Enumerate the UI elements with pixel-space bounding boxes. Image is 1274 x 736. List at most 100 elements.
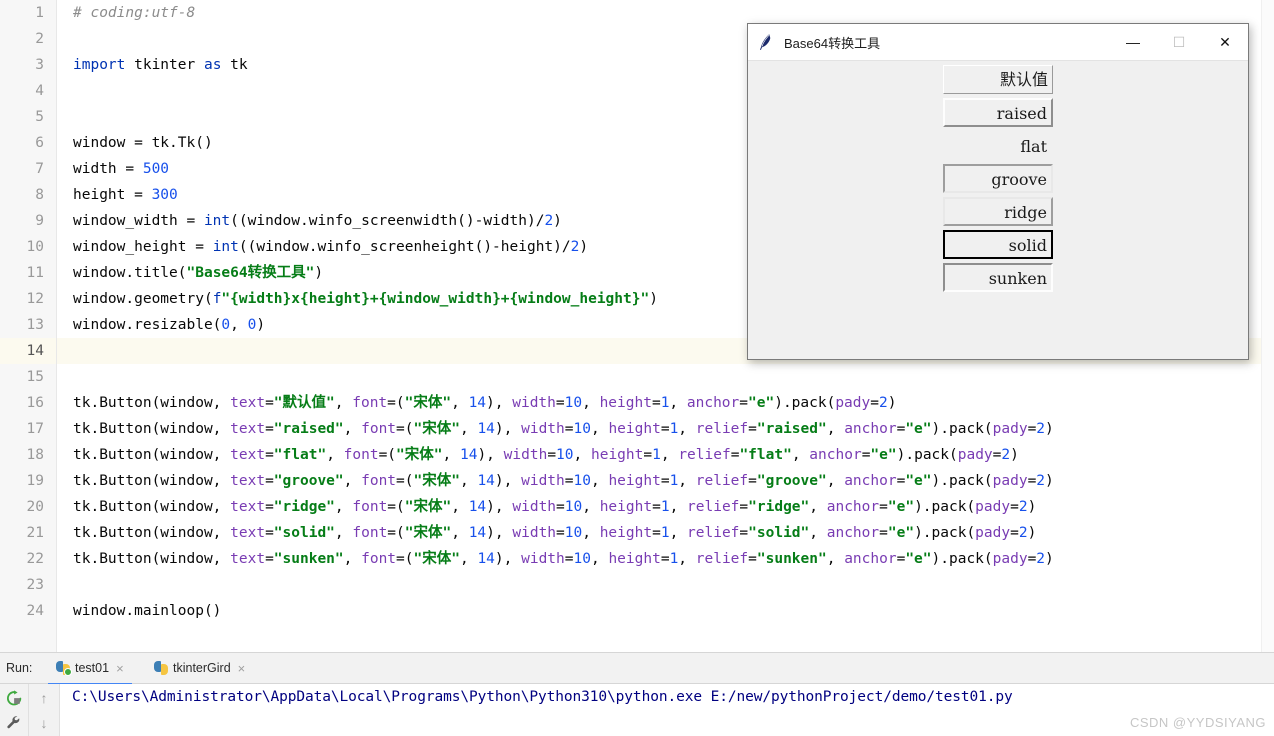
line-number-11: 11 (0, 260, 56, 286)
tk-button-raised[interactable]: raised (943, 98, 1053, 127)
line-number-9: 9 (0, 208, 56, 234)
line-number-label: 16 (26, 395, 44, 411)
rerun-icon[interactable] (2, 686, 26, 710)
run-panel: Run: test01 × tkinterGird × ↑ ↓ C:\Users\Ad… (0, 652, 1274, 736)
scroll-down-icon[interactable]: ↓ (32, 711, 56, 735)
code-token: "宋体" (404, 499, 452, 515)
tab-close-icon[interactable]: × (238, 662, 246, 675)
tk-button-groove[interactable]: groove (943, 164, 1053, 193)
code-line-22[interactable]: tk.Button(window, text="sunken", font=("… (57, 546, 1274, 572)
code-line-16[interactable]: tk.Button(window, text="默认值", font=("宋体"… (57, 390, 1274, 416)
tk-window-titlebar[interactable]: Base64转换工具 — ☐ ✕ (748, 24, 1248, 60)
tk-button-ridge[interactable]: ridge (943, 197, 1053, 226)
tk-button-default[interactable]: 默认值 (943, 65, 1053, 94)
code-token: tk (221, 57, 248, 73)
code-token: = (660, 473, 670, 489)
code-line-21[interactable]: tk.Button(window, text="solid", font=("宋… (57, 520, 1274, 546)
code-token: int (203, 213, 231, 229)
code-token: , (582, 499, 600, 515)
close-icon[interactable]: ✕ (1202, 24, 1248, 60)
line-number-1: 1 (0, 0, 56, 26)
run-tab-tkinterGird[interactable]: tkinterGird × (146, 653, 253, 683)
code-token: 0 (221, 317, 231, 333)
code-token: = (265, 499, 274, 515)
code-token: , (451, 525, 469, 541)
minimize-icon[interactable]: — (1110, 24, 1156, 60)
code-token: ), (486, 395, 513, 411)
code-token: 2 (544, 213, 554, 229)
code-token: anchor (826, 525, 880, 541)
code-token: ), (486, 525, 513, 541)
code-token: anchor (809, 447, 862, 463)
code-token: = (1027, 473, 1037, 489)
code-token: window = tk.Tk() (73, 135, 213, 151)
tab-close-icon[interactable]: × (116, 662, 124, 675)
code-token: 10 (564, 499, 583, 515)
code-token: font (343, 447, 379, 463)
code-token: anchor (844, 551, 897, 567)
code-token: window.mainloop() (73, 603, 222, 619)
code-line-20[interactable]: tk.Button(window, text="ridge", font=("宋… (57, 494, 1274, 520)
code-line-19[interactable]: tk.Button(window, text="groove", font=("… (57, 468, 1274, 494)
console-output[interactable]: C:\Users\Administrator\AppData\Local\Pro… (60, 684, 1274, 736)
code-token: 14 (477, 473, 495, 489)
code-token: , (582, 525, 600, 541)
tk-button-sunken[interactable]: sunken (943, 263, 1053, 292)
code-token: 1 (660, 525, 670, 541)
code-token: , (442, 447, 460, 463)
code-token: 2 (1036, 551, 1046, 567)
code-token: , (334, 499, 353, 515)
code-token: "flat" (273, 447, 327, 463)
code-token: 2 (878, 395, 888, 411)
code-token: anchor (826, 499, 880, 515)
watermark-text: CSDN @YYDSIYANG (1129, 715, 1266, 730)
code-token: text (230, 421, 266, 437)
code-token: , (826, 551, 845, 567)
code-token: , (582, 395, 600, 411)
code-token: , (573, 447, 591, 463)
tk-button-solid[interactable]: solid (943, 230, 1053, 259)
code-token: tk.Button(window, (73, 473, 231, 489)
code-token: = (265, 395, 274, 411)
code-line-18[interactable]: tk.Button(window, text="flat", font=("宋体… (57, 442, 1274, 468)
code-token: ((window.winfo_screenheight()-height)/ (238, 239, 571, 255)
line-number-15: 15 (0, 364, 56, 390)
code-line-15[interactable] (57, 364, 1274, 390)
scroll-up-icon[interactable]: ↑ (32, 686, 56, 710)
code-token: , (459, 473, 478, 489)
code-line-text: tk.Button(window, text="groove", font=("… (57, 468, 1274, 494)
code-token: , (590, 551, 609, 567)
code-token: {height} (300, 291, 370, 307)
code-line-23[interactable] (57, 572, 1274, 598)
code-line-text: window.mainloop() (57, 598, 1274, 624)
code-token: ) (553, 213, 562, 229)
line-number-label: 12 (26, 291, 44, 307)
code-token: = (748, 421, 757, 437)
code-token: pady (957, 447, 993, 463)
wrench-icon[interactable] (2, 711, 26, 735)
tk-button-flat[interactable]: flat (943, 131, 1053, 160)
code-token: font (361, 551, 397, 567)
code-line-24[interactable]: window.mainloop() (57, 598, 1274, 624)
line-number-label: 15 (26, 369, 44, 385)
code-token: pady (992, 473, 1028, 489)
code-token: "宋体" (413, 473, 460, 489)
code-token: "groove" (756, 473, 827, 489)
code-token: width (512, 525, 557, 541)
code-token: 10 (556, 447, 574, 463)
code-token: "e" (748, 395, 775, 411)
line-number-19: 19 (0, 468, 56, 494)
code-token: text (230, 447, 266, 463)
code-line-17[interactable]: tk.Button(window, text="raised", font=("… (57, 416, 1274, 442)
code-token: tk.Button(window, (73, 551, 231, 567)
code-token: ).pack( (914, 499, 976, 515)
code-token: ), (494, 551, 522, 567)
run-tab-test01[interactable]: test01 × (48, 653, 132, 685)
code-token: , (809, 525, 827, 541)
code-token: 1 (669, 551, 679, 567)
code-token: = (265, 551, 274, 567)
code-token: "flat" (739, 447, 792, 463)
line-number-label: 19 (26, 473, 44, 489)
tkinter-window[interactable]: Base64转换工具 — ☐ ✕ 默认值 raised flat groove ridg… (747, 23, 1249, 360)
tk-window-controls[interactable]: — ☐ ✕ (1110, 24, 1248, 60)
